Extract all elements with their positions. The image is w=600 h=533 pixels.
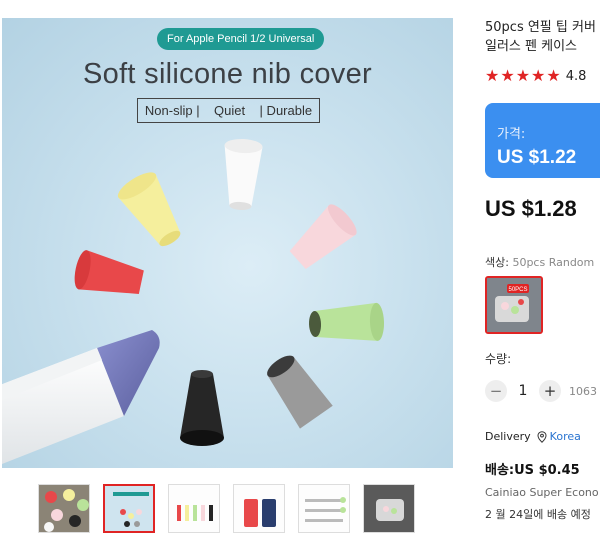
star-icon: ★	[531, 66, 546, 85]
hero-title: Soft silicone nib cover	[83, 58, 372, 90]
product-info-panel: 50pcs 연필 팁 커버 일러스 펜 케이스 ★ ★ ★ ★ ★ 4.8 가격…	[485, 0, 600, 533]
decrease-quantity-button[interactable]: −	[485, 380, 507, 402]
color-label: 색상:	[485, 256, 509, 269]
rating-value: 4.8	[565, 68, 587, 84]
rating: ★ ★ ★ ★ ★ 4.8	[485, 68, 586, 84]
thumbnail-6[interactable]	[363, 484, 415, 533]
estimated-delivery: 2 월 24일에 배송 예정	[485, 508, 591, 521]
thumbnail-3[interactable]	[168, 484, 220, 533]
minus-icon: −	[489, 382, 503, 400]
thumbnail-image	[169, 485, 219, 532]
nib-green	[309, 302, 385, 341]
compat-badge: For Apple Pencil 1/2 Universal	[157, 28, 325, 50]
delivery-location-link[interactable]: Korea	[550, 430, 581, 443]
product-title[interactable]: 50pcs 연필 팁 커버 일러스 펜 케이스	[485, 18, 600, 56]
nib-black	[180, 370, 224, 446]
nib-yellow	[117, 172, 181, 247]
product-price: US $1.28	[485, 196, 577, 221]
product-title-line1: 50pcs 연필 팁 커버	[485, 20, 596, 35]
delivery-label: Delivery	[485, 430, 531, 443]
location-pin-icon	[537, 430, 547, 443]
delivery-row: Delivery Korea	[485, 430, 581, 443]
thumbnail-image	[105, 486, 153, 531]
color-swatch-option[interactable]: 50PCS	[485, 276, 543, 334]
nib-white	[224, 138, 263, 210]
thumbnail-2[interactable]	[103, 484, 155, 533]
star-icon: ★	[485, 66, 500, 85]
thumbnail-image	[299, 485, 349, 532]
color-value: 50pcs Random	[512, 256, 595, 269]
apple-pencil	[2, 330, 160, 465]
thumbnail-1[interactable]	[38, 484, 90, 533]
product-main-image[interactable]: For Apple Pencil 1/2 Universal Soft sili…	[2, 18, 453, 468]
thumbnail-4[interactable]	[233, 484, 285, 533]
thumbnail-image	[364, 485, 414, 532]
thumbnail-5[interactable]	[298, 484, 350, 533]
thumbnail-image	[39, 485, 89, 532]
star-icon: ★	[500, 66, 515, 85]
feature-list: Non-slip | Quiet | Durable	[137, 98, 320, 123]
star-icon: ★	[515, 66, 531, 85]
nib-grey	[267, 355, 333, 429]
price-label: 가격:	[497, 127, 526, 142]
quantity-stepper: − 1 + 1063	[485, 380, 597, 402]
shipping-fee: 배송:US $0.45	[485, 463, 580, 478]
color-selector-label: 색상: 50pcs Random	[485, 254, 594, 270]
quantity-label: 수량:	[485, 352, 512, 366]
swatch-caption: 50PCS	[508, 287, 527, 293]
thumbnail-strip	[38, 484, 418, 533]
plus-icon: +	[543, 382, 557, 400]
swatch-image: 50PCS	[487, 278, 541, 332]
nib-red	[74, 250, 144, 294]
shipping-carrier: Cainiao Super Econo	[485, 486, 599, 499]
price-card-value: US $1.22	[497, 147, 577, 168]
quantity-value[interactable]: 1	[507, 383, 539, 399]
stock-count: 1063	[569, 384, 597, 398]
nib-pink	[289, 204, 357, 269]
star-icon: ★	[546, 66, 561, 85]
product-title-line2: 일러스 펜 케이스	[485, 39, 577, 54]
increase-quantity-button[interactable]: +	[539, 380, 561, 402]
thumbnail-image	[234, 485, 284, 532]
price-card: 가격: US $1.22	[485, 103, 600, 178]
